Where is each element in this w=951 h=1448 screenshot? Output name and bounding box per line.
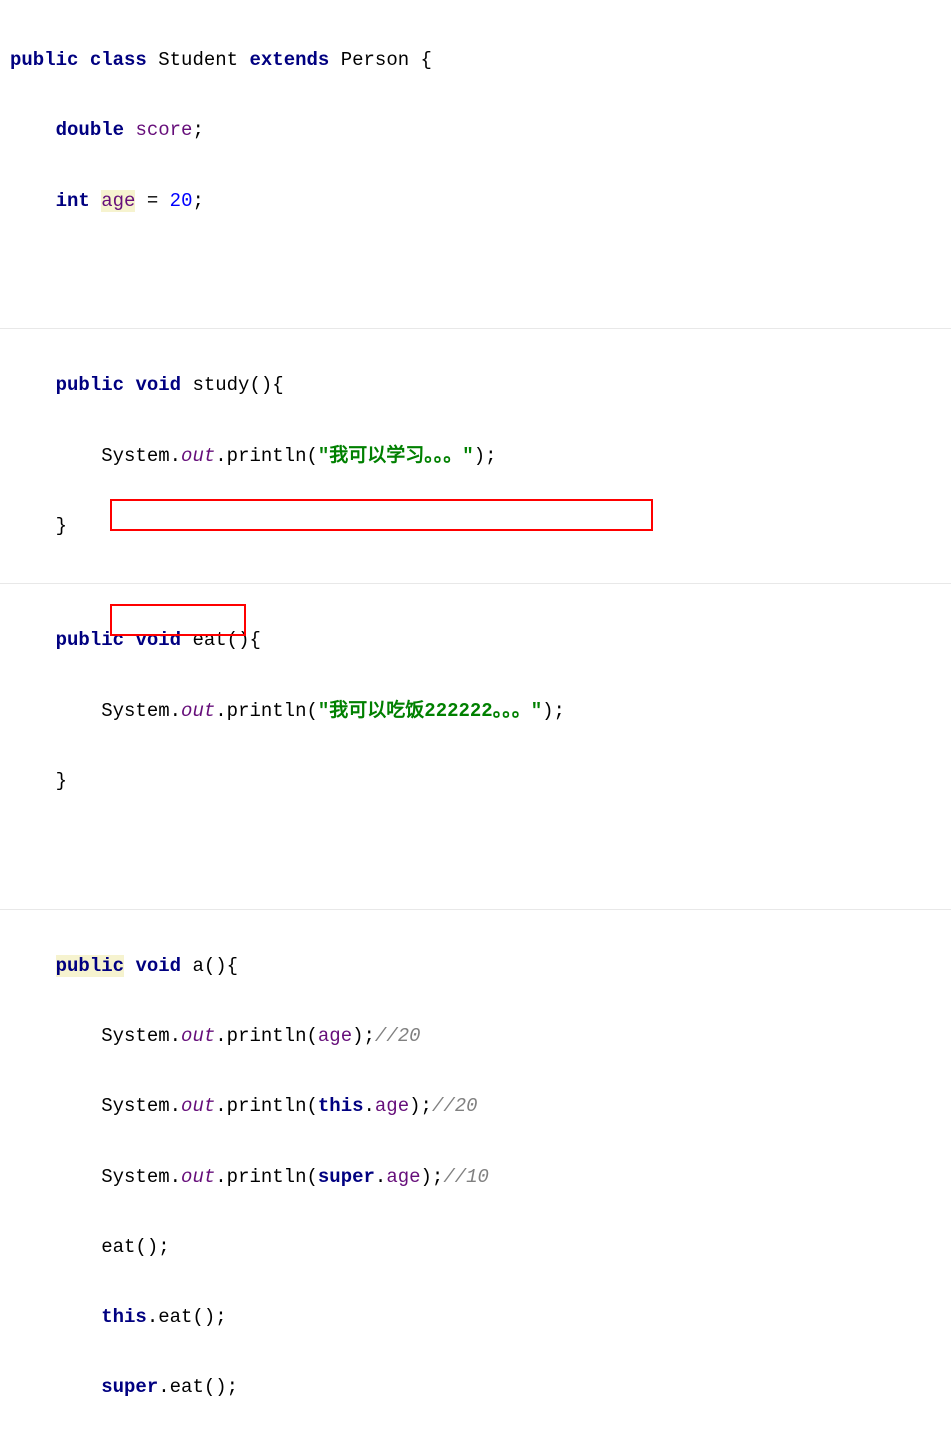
code-line-16: eat(); (10, 1230, 941, 1265)
string-literal: "我可以吃饭222222。。。" (318, 700, 542, 722)
code-line-12: public void a(){ (10, 949, 941, 984)
dot: . (364, 1095, 375, 1117)
code-block: public void a(){ System.out.println(age)… (10, 914, 941, 1448)
arg-age: age (318, 1025, 352, 1047)
brace: } (56, 1447, 67, 1448)
close: ); (409, 1095, 432, 1117)
println: .println( (215, 445, 318, 467)
keyword-double: double (56, 119, 124, 141)
out: out (181, 1095, 215, 1117)
code-line-18: super.eat(); (10, 1370, 941, 1405)
parens: (){ (204, 955, 238, 977)
keyword-public: public (56, 374, 124, 396)
keyword-void: void (135, 955, 181, 977)
keyword-void: void (135, 374, 181, 396)
arg-age: age (375, 1095, 409, 1117)
string-literal: "我可以学习。。。" (318, 445, 474, 467)
code-block: public void eat(){ System.out.println("我… (10, 588, 941, 904)
code-line-blank (10, 834, 941, 869)
system: System. (101, 1166, 181, 1188)
separator (0, 583, 951, 584)
keyword-extends: extends (249, 49, 329, 71)
brace: } (56, 515, 67, 537)
code-line-19: } (10, 1441, 941, 1448)
method-eat: eat (192, 629, 226, 651)
code-line-17: this.eat(); (10, 1300, 941, 1335)
method-study: study (192, 374, 249, 396)
call-eat: .eat(); (158, 1376, 238, 1398)
keyword-void: void (135, 629, 181, 651)
println: .println( (215, 1025, 318, 1047)
call-eat: .eat(); (147, 1306, 227, 1328)
out: out (181, 700, 215, 722)
close: ); (352, 1025, 375, 1047)
close: ); (421, 1166, 444, 1188)
code-line-2: double score; (10, 113, 941, 148)
code-line-13: System.out.println(age);//20 (10, 1019, 941, 1054)
semicolon: ; (192, 190, 203, 212)
comment: //20 (432, 1095, 478, 1117)
separator (0, 328, 951, 329)
system: System. (101, 1025, 181, 1047)
system: System. (101, 1095, 181, 1117)
println: .println( (215, 1166, 318, 1188)
keyword-class: class (90, 49, 147, 71)
code-block: public class Student extends Person { do… (10, 8, 941, 324)
brace: } (56, 770, 67, 792)
keyword-int: int (56, 190, 90, 212)
separator (0, 909, 951, 910)
out: out (181, 445, 215, 467)
keyword-this: this (101, 1306, 147, 1328)
close: ); (474, 445, 497, 467)
keyword-public: public (56, 955, 124, 977)
system: System. (101, 700, 181, 722)
parens: (){ (249, 374, 283, 396)
method-a: a (192, 955, 203, 977)
println: .println( (215, 1095, 318, 1117)
parens: (){ (227, 629, 261, 651)
field-score: score (135, 119, 192, 141)
equals: = (135, 190, 169, 212)
code-line-6: System.out.println("我可以学习。。。"); (10, 439, 941, 474)
number-20: 20 (170, 190, 193, 212)
field-age: age (101, 190, 135, 212)
keyword-super: super (101, 1376, 158, 1398)
call-eat: eat(); (101, 1236, 169, 1258)
semicolon: ; (192, 119, 203, 141)
system: System. (101, 445, 181, 467)
brace: { (421, 49, 432, 71)
out: out (181, 1166, 215, 1188)
dot: . (375, 1166, 386, 1188)
close: ); (542, 700, 565, 722)
comment: //10 (443, 1166, 489, 1188)
out: out (181, 1025, 215, 1047)
keyword-public: public (10, 49, 78, 71)
code-line-8: public void eat(){ (10, 623, 941, 658)
keyword-public: public (56, 629, 124, 651)
println: .println( (215, 700, 318, 722)
code-line-1: public class Student extends Person { (10, 43, 941, 78)
code-block: public void study(){ System.out.println(… (10, 333, 941, 579)
comment: //20 (375, 1025, 421, 1047)
keyword-super: super (318, 1166, 375, 1188)
code-line-10: } (10, 764, 941, 799)
code-line-5: public void study(){ (10, 368, 941, 403)
arg-age: age (386, 1166, 420, 1188)
code-line-14: System.out.println(this.age);//20 (10, 1089, 941, 1124)
keyword-this: this (318, 1095, 364, 1117)
code-line-3: int age = 20; (10, 184, 941, 219)
code-line-15: System.out.println(super.age);//10 (10, 1160, 941, 1195)
class-name: Student (158, 49, 238, 71)
parent-class: Person (341, 49, 409, 71)
code-line-blank (10, 254, 941, 289)
code-line-7: } (10, 509, 941, 544)
